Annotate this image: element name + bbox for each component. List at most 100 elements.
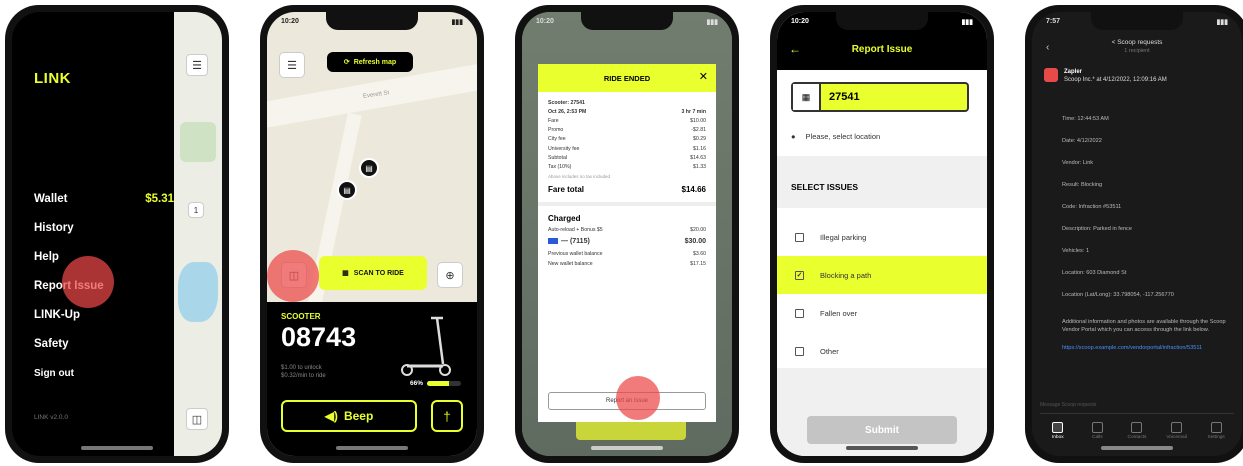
refresh-icon: ⟳ [343,59,350,66]
status-time: 7:57 [1046,18,1061,25]
portal-link[interactable]: https://scoop.example.com/vendorportal/i… [1062,344,1228,352]
issue-option[interactable]: Other [777,332,987,370]
tab-calls[interactable]: Calls [1082,422,1112,456]
charged-row-label: Auto-reload + Bonus $5 [548,226,603,233]
scooter-number: 08743 [281,322,357,352]
menu-item-safety[interactable]: Safety [34,329,174,358]
status-bar: 7:57 ▮▮▮ [1046,18,1228,30]
locate-icon[interactable]: ⊕ [437,262,463,288]
tab-label: Contacts [1127,435,1147,440]
scooter-label: SCOOTER [281,312,321,321]
close-icon[interactable]: ✕ [699,70,708,83]
wallet-balance: $5.31 [145,192,174,205]
issue-option[interactable]: Fallen over [777,294,987,332]
avatar [1044,68,1058,82]
tab-icon [1131,422,1143,433]
submit-button[interactable]: Submit [807,416,957,444]
scooter-id-field[interactable]: ▦ 27541 [791,82,969,112]
charged-title: Charged [548,213,581,223]
thread-title: < Scoop requests [1111,39,1163,46]
ride-ended-screen: 10:20 ▮▮▮ RIDE ENDED ✕ Scooter: 27541 Oct… [522,12,732,456]
fare-row-label: City fee [548,136,566,143]
tab-icon [1091,422,1103,433]
app-version: LINK v2.0.0 [34,414,68,421]
ride-price: $0.32/min to ride [281,373,326,379]
thread-subtitle: 1 recipient [1124,48,1150,54]
menu-item-wallet[interactable]: Wallet $5.31 [34,184,174,213]
unlock-button[interactable]: † [431,400,463,432]
qr-icon[interactable]: ▦ [793,84,821,110]
charged-row-value: $20.00 [690,226,706,233]
issue-label: Other [820,346,839,356]
beep-button[interactable]: ◀) Beep [281,400,417,432]
message-body: Time: 12:44:53 AM Date: 4/12/2022 Vendor: … [1062,116,1228,352]
checkbox[interactable] [795,232,804,242]
phone-ride-ended: 10:20 ▮▮▮ RIDE ENDED ✕ Scooter: 27541 Oct… [515,5,739,463]
fare-row: Fare $10.00 [548,116,706,125]
fare-row: Promo -$2.81 [548,126,706,135]
location-selector[interactable]: ● Please, select location [791,132,880,141]
home-indicator [336,446,408,450]
home-indicator [846,446,918,450]
scooter-pin-icon[interactable]: ▤ [337,180,357,200]
refresh-label: Refresh map [353,58,397,66]
status-time: 10:20 [536,18,554,25]
fare-total-value: $14.66 [681,184,706,194]
scan-to-ride-button[interactable]: ▦ SCAN TO RIDE [319,256,427,290]
map-park [180,122,216,162]
tab-icon [1210,422,1222,433]
screenshot-collage: ☰ 1 ◫ LINK Wallet $5.31 History Help Rep… [0,0,1243,466]
menu-item-history[interactable]: History [34,213,174,242]
status-time: 10:20 [281,18,299,25]
menu-item-link-up[interactable]: LINK-Up [34,300,174,329]
menu-item-label: Wallet [34,192,68,205]
checkbox[interactable]: ✓ [795,270,804,280]
fare-row-label: Subtotal [548,154,568,161]
issue-label: Fallen over [820,308,858,318]
message-lines: Time: 12:44:53 AM Date: 4/12/2022 Vendor: … [1062,116,1228,314]
issue-option[interactable]: ✓ Blocking a path [777,256,987,294]
menu-icon[interactable]: ☰ [186,54,208,76]
map-peek: ☰ 1 ◫ [174,12,222,456]
reply-input[interactable]: Message Scoop requests [1040,402,1234,414]
tab-label: Settings [1207,435,1225,440]
charged-row: New wallet balance $17.15 [538,259,716,269]
charged-row-label-wrap: Auto-reload + Bonus $5 [548,227,603,233]
sign-out-link[interactable]: Sign out [34,368,74,379]
battery-indicator: 66% [410,380,461,387]
tab-contacts[interactable]: Contacts [1122,422,1152,456]
fare-row-label: Scooter: 27541 [548,99,585,106]
message-line: Result: Blocking [1062,182,1103,188]
issue-option[interactable]: Illegal parking [777,218,987,256]
charged-row-label: New wallet balance [548,260,593,267]
map-lake [178,262,218,322]
zoom-icon[interactable]: 1 [188,202,204,218]
menu-icon[interactable]: ☰ [279,52,305,78]
charged-row-label-wrap: New wallet balance [548,261,593,267]
fare-row-value: 3 hr 7 min [681,108,706,115]
signal-icon: ▮▮▮ [451,19,463,26]
fare-row-label: University fee [548,145,580,152]
tap-indicator [616,376,660,420]
checkbox[interactable] [795,308,804,318]
charged-row-value: $17.15 [690,260,706,267]
select-issues-title: SELECT ISSUES [791,182,859,192]
phone-message: 7:57 ▮▮▮ ‹ < Scoop requests 1 recipient … [1025,5,1243,463]
scooter-pin-icon[interactable]: ▤ [359,158,379,178]
refresh-map-button[interactable]: ⟳ Refresh map [327,52,413,72]
battery-fill [427,381,450,386]
checkbox[interactable] [795,346,804,356]
charged-rows: Auto-reload + Bonus $5 $20.00 — (7115) $30.… [538,225,716,269]
support-icon[interactable]: ◫ [186,408,208,430]
menu-item-label: Help [34,250,59,263]
tab-bar: Inbox Calls Contacts Voicemail Settings [1032,416,1242,456]
tab-settings[interactable]: Settings [1201,422,1231,456]
speaker-icon: ◀) [324,409,338,423]
card-brand-icon [548,238,558,245]
status-bar: 10:20 ▮▮▮ [536,18,718,30]
tap-indicator [267,250,319,302]
tab-inbox[interactable]: Inbox [1043,422,1073,456]
scooter-id-value: 27541 [829,91,860,103]
tab-voicemail[interactable]: Voicemail [1162,422,1192,456]
fare-total: Fare total $14.66 [538,181,716,206]
